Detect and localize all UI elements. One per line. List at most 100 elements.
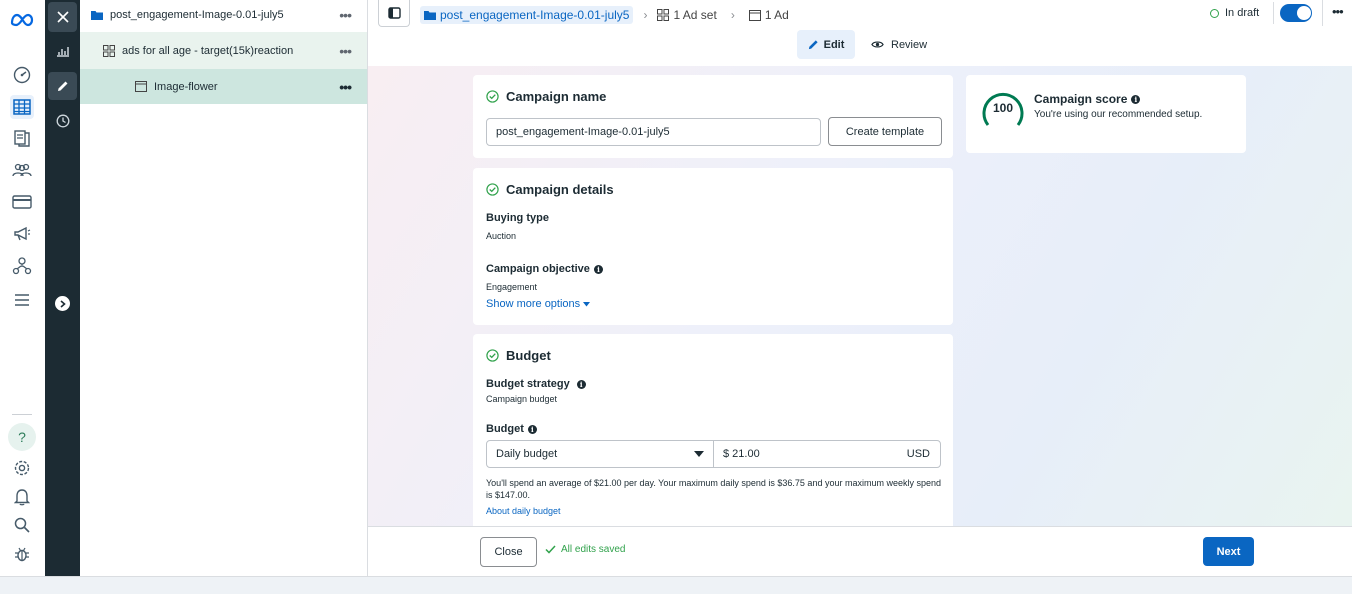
budget-label: Budget i <box>486 423 537 435</box>
budget-note: You'll spend an average of $21.00 per da… <box>486 478 941 500</box>
campaigns-table-icon[interactable] <box>10 95 34 119</box>
toggle-sidebar-icon[interactable] <box>378 0 410 27</box>
more-options-icon[interactable]: ••• <box>339 43 352 59</box>
create-template-button[interactable]: Create template <box>828 117 942 146</box>
settings-icon[interactable] <box>10 456 34 480</box>
tree-ad-label: Image-flower <box>154 80 218 93</box>
more-options-icon[interactable]: ••• <box>339 79 352 95</box>
budget-strategy-label-text: Budget strategy <box>486 378 570 390</box>
menu-icon[interactable] <box>10 288 34 312</box>
meta-logo[interactable] <box>9 8 35 32</box>
info-icon[interactable]: i <box>593 264 603 274</box>
check-circle-icon <box>486 183 499 196</box>
breadcrumb: post_engagement-Image-0.01-july5 › 1 Ad … <box>420 6 789 24</box>
close-button[interactable]: Close <box>480 537 537 567</box>
edit-pencil-icon[interactable] <box>48 72 77 100</box>
billing-icon[interactable] <box>10 190 34 214</box>
show-more-options-link[interactable]: Show more options <box>486 298 591 310</box>
budget-amount-input[interactable]: $ 21.00 USD <box>713 440 941 468</box>
info-icon[interactable]: i <box>527 424 537 434</box>
campaign-name-input[interactable]: post_engagement-Image-0.01-july5 <box>486 118 821 146</box>
about-daily-budget-link[interactable]: About daily budget <box>486 506 561 516</box>
chevron-right-icon: › <box>643 8 648 22</box>
budget-amount-value: $ 21.00 <box>723 448 760 460</box>
search-icon[interactable] <box>10 513 34 537</box>
page-bottom-edge <box>0 576 1352 594</box>
campaign-score-gauge: 100 <box>980 89 1026 131</box>
pages-icon[interactable] <box>10 126 34 150</box>
ads-icon[interactable] <box>10 222 34 246</box>
draft-status: In draft <box>1210 7 1259 19</box>
edit-pencil-icon <box>808 40 818 50</box>
budget-strategy-value: Campaign budget <box>486 394 558 404</box>
editor-footer: Close All edits saved Next <box>368 526 1352 576</box>
campaign-objective-label-text: Campaign objective <box>486 263 590 275</box>
ad-frame-icon <box>748 9 761 21</box>
tree-campaign-label: post_engagement-Image-0.01-july5 <box>110 8 284 21</box>
divider <box>1322 0 1323 26</box>
budget-type-select[interactable]: Daily budget <box>486 440 714 468</box>
campaign-score-heading: Campaign score i <box>1034 92 1141 106</box>
tree-item-adset[interactable]: ads for all age - target(15k)reaction ••… <box>80 32 367 69</box>
breadcrumb-campaign[interactable]: post_engagement-Image-0.01-july5 <box>420 6 634 24</box>
tree-item-campaign[interactable]: post_engagement-Image-0.01-july5 ••• <box>80 0 367 29</box>
info-icon[interactable]: i <box>1131 94 1141 104</box>
expand-panel-icon[interactable] <box>55 296 70 311</box>
draft-status-icon <box>1210 8 1219 18</box>
budget-strategy-label: Budget strategy i <box>486 378 586 390</box>
bug-icon[interactable] <box>10 542 34 566</box>
audiences-icon[interactable] <box>10 158 34 182</box>
save-status-label: All edits saved <box>561 544 626 555</box>
budget-type-value: Daily budget <box>496 448 558 460</box>
breadcrumb-ad-label: 1 Ad <box>764 8 789 22</box>
reporting-chart-icon[interactable] <box>48 37 77 65</box>
caret-down-icon <box>583 301 591 306</box>
campaign-score-value: 100 <box>992 101 1014 115</box>
next-button[interactable]: Next <box>1203 537 1254 566</box>
editor-content: Campaign name post_engagement-Image-0.01… <box>368 66 1352 526</box>
dashboard-icon[interactable] <box>10 63 34 87</box>
draft-status-label: In draft <box>1225 7 1260 19</box>
help-icon[interactable]: ? <box>8 423 36 451</box>
campaign-objective-label: Campaign objective i <box>486 263 603 275</box>
global-nav-rail: ? <box>0 0 45 578</box>
review-tab-label: Review <box>891 38 928 51</box>
more-options-icon[interactable]: ••• <box>339 7 352 23</box>
campaign-objective-value: Engagement <box>486 282 538 292</box>
buying-type-value: Auction <box>486 231 517 241</box>
edit-tab-label: Edit <box>823 38 845 51</box>
more-options-icon[interactable]: ••• <box>1332 4 1344 19</box>
campaign-name-title: Campaign name <box>506 89 607 104</box>
adset-grid-icon <box>657 9 670 21</box>
campaign-score-title: Campaign score <box>1034 92 1128 106</box>
breadcrumb-adset[interactable]: 1 Ad set <box>657 8 717 22</box>
caret-down-icon <box>694 451 704 457</box>
hierarchy-icon[interactable] <box>10 254 34 278</box>
adset-grid-icon <box>103 44 115 57</box>
edit-tab[interactable]: Edit <box>797 30 855 59</box>
campaign-score-card: 100 Campaign score i You're using our re… <box>966 75 1246 153</box>
campaign-name-heading: Campaign name <box>486 89 606 104</box>
budget-card: Budget Budget strategy i Campaign budget… <box>473 334 953 526</box>
campaign-details-heading: Campaign details <box>486 182 614 197</box>
folder-icon <box>91 10 103 20</box>
breadcrumb-adset-label: 1 Ad set <box>673 8 717 22</box>
history-clock-icon[interactable] <box>48 107 77 135</box>
notifications-icon[interactable] <box>10 485 34 509</box>
divider <box>1273 2 1274 24</box>
info-icon[interactable]: i <box>576 379 586 389</box>
campaign-name-card: Campaign name post_engagement-Image-0.01… <box>473 75 953 158</box>
buying-type-label: Buying type <box>486 212 549 224</box>
campaign-details-card: Campaign details Buying type Auction Cam… <box>473 168 953 325</box>
tree-item-ad[interactable]: Image-flower ••• <box>80 69 367 104</box>
budget-label-text: Budget <box>486 423 524 435</box>
publish-toggle[interactable] <box>1280 4 1312 22</box>
review-tab[interactable]: Review <box>871 30 927 59</box>
close-icon[interactable] <box>48 2 77 32</box>
breadcrumb-ad[interactable]: 1 Ad <box>748 8 789 22</box>
campaign-details-title: Campaign details <box>506 182 614 197</box>
ad-frame-icon <box>135 81 147 92</box>
rail-divider <box>12 414 32 415</box>
campaign-tree-panel: post_engagement-Image-0.01-july5 ••• ads… <box>80 0 368 578</box>
show-more-options-label: Show more options <box>486 298 581 310</box>
